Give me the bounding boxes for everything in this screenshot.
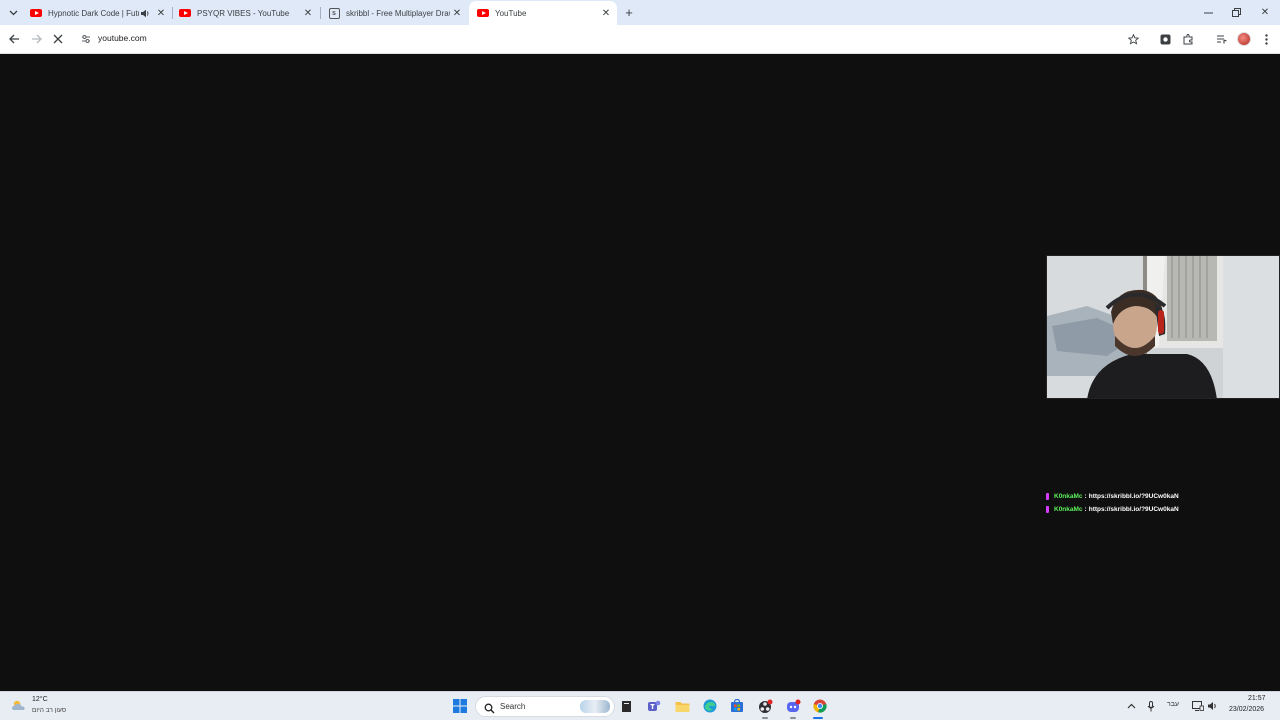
close-window-button[interactable]: ✕: [1251, 0, 1279, 25]
site-settings-icon[interactable]: [80, 33, 92, 45]
volume-icon[interactable]: [1205, 699, 1219, 713]
search-highlight-image: [580, 700, 610, 713]
profile-avatar[interactable]: [1237, 32, 1251, 46]
chat-badge: [1046, 506, 1049, 513]
chat-badge: [1046, 493, 1049, 500]
url-text[interactable]: youtube.com: [98, 33, 147, 43]
speaker-icon[interactable]: [139, 7, 151, 19]
skribbl-icon: s: [328, 7, 340, 19]
new-tab-button[interactable]: +: [621, 4, 637, 20]
minimize-button[interactable]: [1194, 0, 1222, 25]
youtube-icon: [179, 7, 191, 19]
tab-search-chevron-icon[interactable]: [4, 4, 22, 21]
clock-date[interactable]: 23/02/2026: [1229, 706, 1264, 713]
chat-text: https://skribbl.io/?9UCw0kaN: [1088, 493, 1179, 500]
chat-separator: :: [1084, 506, 1087, 513]
restore-button[interactable]: [1222, 0, 1250, 25]
stream-chat-overlay: K0nkaMc : https://skribbl.io/?9UCw0kaN K…: [1046, 490, 1280, 516]
chat-username: K0nkaMc: [1054, 493, 1083, 500]
chat-message: K0nkaMc : https://skribbl.io/?9UCw0kaN: [1046, 503, 1280, 516]
tab-hypnotic-dark-code[interactable]: Hypnotic Dark Code | Futur ✕: [22, 1, 172, 25]
close-tab-icon[interactable]: ✕: [599, 6, 613, 20]
search-label: Search: [500, 702, 526, 711]
tab-title: PSYQR VIBES - YouTube: [197, 8, 290, 18]
forward-button[interactable]: [27, 30, 45, 48]
teams-icon[interactable]: [645, 697, 663, 715]
search-icon: [484, 701, 496, 714]
obs-studio-icon[interactable]: [756, 697, 774, 715]
active-app-indicator: [813, 717, 823, 719]
chat-separator: :: [1084, 493, 1087, 500]
windows-taskbar: 12°C סעון רב היום Search עבר 21:57 23/02…: [0, 691, 1280, 720]
weather-description[interactable]: סעון רב היום: [32, 707, 66, 714]
address-bar[interactable]: youtube.com: [74, 28, 1150, 51]
stop-loading-button[interactable]: [49, 30, 67, 48]
menu-kebab-icon[interactable]: [1257, 30, 1275, 48]
microsoft-store-icon[interactable]: [728, 697, 746, 715]
weather-cloud-icon[interactable]: [10, 698, 28, 712]
edge-icon[interactable]: [701, 697, 719, 715]
close-tab-icon[interactable]: ✕: [450, 6, 464, 20]
media-queue-icon[interactable]: [1212, 30, 1230, 48]
tab-youtube[interactable]: YouTube ✕: [469, 1, 617, 25]
bookmark-star-icon[interactable]: [1124, 30, 1142, 48]
back-button[interactable]: [5, 30, 23, 48]
close-tab-icon[interactable]: ✕: [301, 6, 315, 20]
file-explorer-icon[interactable]: [673, 697, 691, 715]
running-indicator: [790, 717, 796, 719]
youtube-icon: [477, 7, 489, 19]
chat-message: K0nkaMc : https://skribbl.io/?9UCw0kaN: [1046, 490, 1280, 503]
youtube-icon: [30, 7, 42, 19]
tab-title: YouTube: [495, 8, 527, 18]
chat-text: https://skribbl.io/?9UCw0kaN: [1088, 506, 1179, 513]
microphone-icon[interactable]: [1144, 699, 1158, 713]
running-indicator: [762, 717, 768, 719]
task-view-icon[interactable]: [617, 697, 635, 715]
tab-skribbl[interactable]: s skribbl - Free Multiplayer Draw ✕: [320, 1, 468, 25]
extensions-puzzle-icon[interactable]: [1179, 30, 1197, 48]
browser-toolbar: youtube.com: [0, 25, 1280, 54]
tab-title: Hypnotic Dark Code | Futur: [48, 8, 139, 18]
close-tab-icon[interactable]: ✕: [154, 6, 168, 20]
display-icon[interactable]: [1191, 699, 1205, 713]
extension-icon[interactable]: [1156, 30, 1174, 48]
weather-temperature[interactable]: 12°C: [32, 696, 48, 703]
taskbar-search-box[interactable]: Search: [475, 696, 615, 717]
discord-icon[interactable]: [784, 697, 802, 715]
chat-username: K0nkaMc: [1054, 506, 1083, 513]
chrome-icon[interactable]: [811, 697, 829, 715]
input-language-indicator[interactable]: עבר: [1167, 701, 1179, 708]
tab-strip: Hypnotic Dark Code | Futur ✕ PSYQR VIBES…: [0, 0, 1280, 25]
tab-title: skribbl - Free Multiplayer Draw: [346, 8, 450, 18]
tab-psyqr-vibes[interactable]: PSYQR VIBES - YouTube ✕: [171, 1, 319, 25]
page-content[interactable]: K0nkaMc : https://skribbl.io/?9UCw0kaN K…: [0, 55, 1280, 691]
webcam-overlay: [1046, 255, 1280, 399]
show-hidden-icons-chevron-icon[interactable]: [1124, 699, 1138, 713]
clock-time[interactable]: 21:57: [1248, 695, 1266, 702]
windows-start-icon[interactable]: [451, 697, 469, 715]
